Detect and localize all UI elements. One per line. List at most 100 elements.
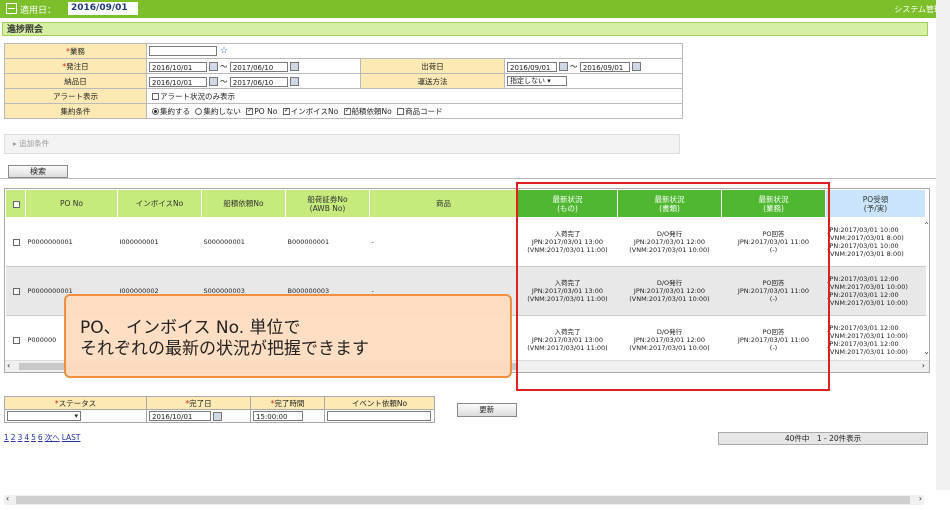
cell-po-received: JPN:2017/03/01 10:00 (VNM:2017/03/01 8:00… bbox=[825, 217, 926, 267]
shuyaku-cell: 集約する 集約しない PO No インボイスNo 船積依頼No 商品コード bbox=[145, 103, 684, 119]
calendar-icon[interactable] bbox=[213, 411, 222, 421]
system-admin-link[interactable]: システム管理 bbox=[894, 4, 942, 15]
event-input[interactable] bbox=[327, 411, 431, 421]
status-select[interactable]: ▾ bbox=[7, 411, 81, 421]
event-cell bbox=[324, 409, 435, 423]
page-link[interactable]: 5 bbox=[31, 433, 36, 442]
po-received-line: (VNM:2017/03/01 10:00) bbox=[827, 283, 908, 291]
po-received-line: (VNM:2017/03/01 10:00) bbox=[827, 299, 908, 307]
calendar-icon[interactable] bbox=[289, 62, 299, 71]
row-checkbox[interactable] bbox=[13, 336, 20, 344]
shuyaku-label: 集約条件 bbox=[4, 103, 147, 119]
apply-date-value: 2016/09/01 bbox=[68, 2, 138, 15]
calendar-icon[interactable] bbox=[209, 77, 218, 86]
shuka-from-input[interactable]: 2016/09/01 bbox=[507, 61, 557, 72]
page-vertical-scrollbar[interactable] bbox=[936, 0, 950, 490]
apply-date-label: 適用日： bbox=[20, 6, 57, 16]
ship-checkbox[interactable] bbox=[343, 106, 351, 115]
page-link[interactable]: 6 bbox=[38, 433, 43, 442]
col-ship[interactable]: 船積依頼No bbox=[201, 189, 286, 218]
row-select-cell bbox=[5, 266, 26, 316]
shuyaku-yes-radio[interactable] bbox=[152, 108, 159, 115]
col-bl[interactable]: 船荷証券No (AWB No) bbox=[285, 189, 370, 218]
calendar-icon[interactable] bbox=[559, 62, 568, 71]
top-bar: 適用日： 2016/09/01 システム管理 bbox=[0, 0, 950, 18]
done-date-label: *完了日 bbox=[146, 396, 251, 410]
page-link[interactable]: LAST bbox=[62, 433, 81, 442]
col-item[interactable]: 商品 bbox=[369, 189, 518, 218]
scroll-left-icon[interactable]: ‹ bbox=[6, 494, 9, 503]
page-link[interactable]: 3 bbox=[18, 433, 23, 442]
done-time-cell: 15:00:00 bbox=[250, 409, 325, 423]
calendar-icon[interactable] bbox=[209, 62, 218, 71]
hacchu-from-input[interactable]: 2016/10/01 bbox=[149, 61, 207, 72]
cell-po-received: JPN:2017/03/01 12:00 (VNM:2017/03/01 10:0… bbox=[825, 315, 926, 365]
noki-to-input[interactable]: 2017/06/10 bbox=[229, 76, 288, 87]
alert-label: アラート表示 bbox=[4, 88, 147, 104]
po-received-line: JPN:2017/03/01 10:00 bbox=[827, 226, 899, 234]
row-checkbox[interactable] bbox=[13, 287, 20, 295]
unso-label: 運送方法 bbox=[360, 73, 505, 89]
extra-conditions-toggle[interactable]: ▸ 追加条件 bbox=[4, 134, 680, 154]
po-received-line: JPN:2017/03/01 10:00 bbox=[827, 242, 899, 250]
update-button[interactable]: 更新 bbox=[456, 402, 517, 417]
done-time-input[interactable]: 15:00:00 bbox=[253, 411, 303, 421]
calendar-icon[interactable] bbox=[289, 77, 299, 86]
page-scroll-thumb[interactable] bbox=[16, 496, 910, 504]
highlight-box bbox=[516, 182, 830, 391]
cell-item: - bbox=[369, 217, 518, 267]
callout-note: PO、 インボイス No. 単位で それぞれの最新の状況が把握できます bbox=[64, 294, 512, 378]
invoice-checkbox[interactable] bbox=[282, 106, 290, 115]
po-received-line: (VNM:2017/03/01 8:00) bbox=[827, 234, 904, 242]
noki-from-input[interactable]: 2016/10/01 bbox=[149, 76, 207, 87]
select-all-checkbox[interactable] bbox=[13, 200, 20, 208]
favorite-star-icon[interactable]: ☆ bbox=[220, 46, 228, 56]
cell-invoice: I000000001 bbox=[117, 217, 202, 267]
status-update-form: *ステータス *完了日 *完了時間 イベント依頼No 更新 ▾ 2016/10/… bbox=[4, 396, 539, 423]
cell-bl: B000000001 bbox=[285, 217, 370, 267]
unso-cell: 指定しない ▾ bbox=[503, 73, 684, 89]
scroll-down-icon[interactable]: ⌄ bbox=[923, 347, 929, 356]
done-time-label: *完了時間 bbox=[250, 396, 325, 410]
po-received-line: JPN:2017/03/01 12:00 bbox=[827, 340, 899, 348]
po-received-line: (VNM:2017/03/01 8:00) bbox=[827, 250, 904, 258]
page-link[interactable]: 2 bbox=[11, 433, 16, 442]
callout-line-1: PO、 インボイス No. 単位で bbox=[80, 318, 301, 338]
item-checkbox[interactable] bbox=[397, 108, 405, 115]
grid-vertical-scrollbar[interactable]: ⌃ ⌄ bbox=[923, 189, 929, 361]
cell-ship: S000000001 bbox=[201, 217, 286, 267]
row-select-cell bbox=[5, 217, 26, 267]
row-checkbox[interactable] bbox=[13, 238, 20, 246]
page-link[interactable]: 1 bbox=[4, 433, 9, 442]
gyomu-input[interactable] bbox=[149, 46, 217, 56]
scroll-left-icon[interactable]: ‹ bbox=[7, 361, 10, 370]
scroll-right-icon[interactable]: › bbox=[919, 494, 922, 503]
range-tilde: ～ bbox=[220, 61, 228, 71]
page-link[interactable]: 次へ bbox=[45, 433, 60, 442]
po-received-line: (VNM:2017/03/01 10:00) bbox=[827, 348, 908, 356]
shuyaku-no-radio[interactable] bbox=[195, 108, 203, 115]
shuka-label: 出荷日 bbox=[360, 58, 505, 74]
po-checkbox[interactable] bbox=[246, 106, 254, 115]
done-date-input[interactable]: 2016/10/01 bbox=[149, 411, 211, 421]
divider bbox=[0, 178, 936, 179]
search-button[interactable]: 検索 bbox=[8, 165, 68, 178]
noki-label: 納品日 bbox=[4, 73, 147, 89]
page-horizontal-scrollbar[interactable]: ‹ › bbox=[4, 494, 924, 505]
scroll-right-icon[interactable]: › bbox=[922, 361, 925, 370]
page-link[interactable]: 4 bbox=[24, 433, 29, 442]
shuka-cell: 2016/09/01 ～ 2016/09/01 bbox=[503, 58, 684, 74]
hacchu-to-input[interactable]: 2017/06/10 bbox=[229, 61, 288, 72]
po-received-line: JPN:2017/03/01 12:00 bbox=[827, 324, 899, 332]
scroll-up-icon[interactable]: ⌃ bbox=[923, 221, 929, 230]
col-po[interactable]: PO No bbox=[25, 189, 118, 218]
unso-select[interactable]: 指定しない ▾ bbox=[507, 76, 567, 86]
status-label: *ステータス bbox=[4, 396, 147, 410]
calendar-icon[interactable] bbox=[631, 62, 641, 71]
alert-checkbox[interactable] bbox=[152, 93, 159, 100]
col-invoice[interactable]: インボイスNo bbox=[117, 189, 202, 218]
cell-po-received: JPN:2017/03/01 12:00 (VNM:2017/03/01 10:0… bbox=[825, 266, 926, 316]
col-po-received[interactable]: PO受領 (予/実) bbox=[825, 189, 926, 218]
shuka-to-input[interactable]: 2016/09/01 bbox=[579, 61, 630, 72]
status-select-cell: ▾ bbox=[4, 409, 147, 423]
